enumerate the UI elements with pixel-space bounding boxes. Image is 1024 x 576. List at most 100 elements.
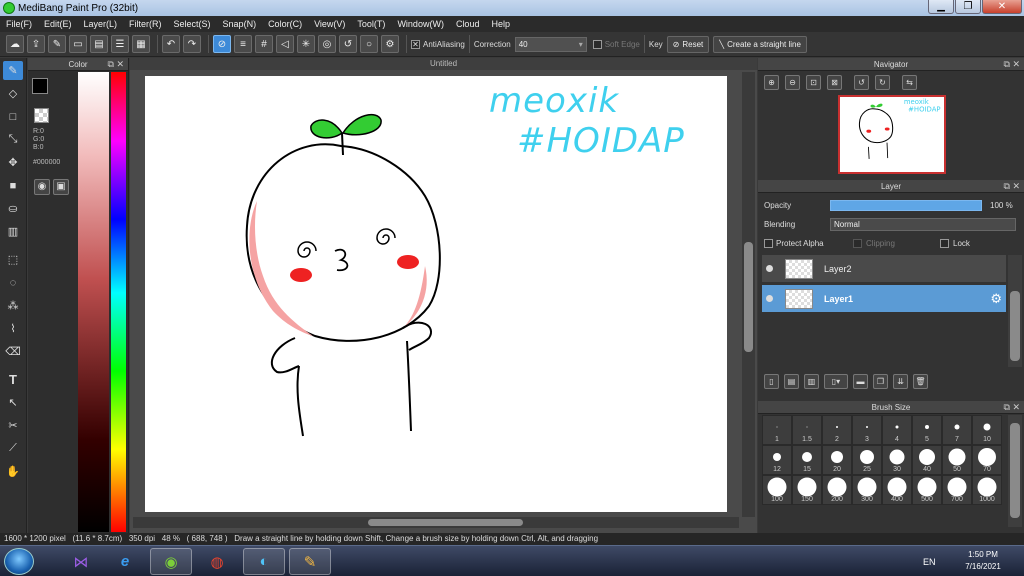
select-eraser-tool-icon[interactable]: ⌫ (3, 342, 23, 361)
new-folder-icon[interactable]: ▬ (853, 374, 868, 389)
redo-icon[interactable]: ↷ (183, 35, 201, 53)
brush-size-cell[interactable]: 5 (912, 415, 942, 445)
radial-snap-icon[interactable]: ✳ (297, 35, 315, 53)
comment-icon[interactable]: ✎ (48, 35, 66, 53)
screen-icon[interactable]: ▭ (69, 35, 87, 53)
scrollbar-thumb[interactable] (1010, 423, 1020, 518)
paint-taskbar-icon[interactable]: ✎ (289, 548, 331, 575)
brush-size-cell[interactable]: 1.5 (792, 415, 822, 445)
new-halftone-layer-icon[interactable]: ▤ (784, 374, 799, 389)
new-8bit-layer-icon[interactable]: ▥ (804, 374, 819, 389)
lasso-tool-icon[interactable]: ◌ (3, 273, 23, 292)
reset-button[interactable]: ⊘ Reset (666, 35, 710, 53)
rotate-right-icon[interactable]: ↻ (875, 74, 890, 90)
operation-tool-icon[interactable]: ↖ (3, 393, 23, 412)
list-icon[interactable]: ☰ (111, 35, 129, 53)
brush-size-cell[interactable]: 10 (972, 415, 1002, 445)
visual-studio-icon[interactable]: ⋈ (60, 548, 102, 575)
merge-down-icon[interactable]: ⇊ (893, 374, 908, 389)
maximize-button[interactable]: ❐ (955, 0, 981, 14)
add-layer-menu-icon[interactable]: ▯▾ (824, 374, 848, 389)
language-indicator[interactable]: EN (923, 557, 936, 567)
coccoc-browser-icon[interactable]: ◉ (150, 548, 192, 575)
line-tool-icon[interactable]: ⤡ (3, 130, 23, 149)
drawing-canvas[interactable]: meoxik #HOIDAP (145, 76, 727, 512)
start-button[interactable] (4, 548, 34, 575)
parallel-snap-icon[interactable]: ≡ (234, 35, 252, 53)
zoom-in-icon[interactable]: ⊕ (764, 74, 779, 90)
saturation-brightness-slider[interactable] (78, 72, 109, 532)
zoom-out-icon[interactable]: ⊖ (785, 74, 800, 90)
straight-line-button[interactable]: ╲ Create a straight line (713, 35, 807, 53)
canvas-tab-title[interactable]: Untitled (130, 58, 757, 70)
brush-size-cell[interactable]: 70 (972, 445, 1002, 475)
soft-edge-checkbox[interactable] (592, 39, 602, 49)
menu-tool[interactable]: Tool(T) (351, 19, 391, 29)
system-clock[interactable]: 1:50 PM 7/16/2021 (955, 549, 1011, 573)
panel-window-buttons[interactable]: ⧉ ✕ (1004, 401, 1020, 414)
color-wheel-icon[interactable]: ◉ (34, 179, 50, 195)
brush-size-cell[interactable]: 15 (792, 445, 822, 475)
brush-size-cell[interactable]: 50 (942, 445, 972, 475)
brush-size-cell[interactable]: 12 (762, 445, 792, 475)
medibang-taskbar-icon[interactable]: ◐ (243, 548, 285, 575)
eraser-tool-icon[interactable]: ◇ (3, 84, 23, 103)
circle-snap-icon[interactable]: ○ (360, 35, 378, 53)
correction-select[interactable]: 40 (514, 36, 587, 52)
lock-checkbox[interactable] (940, 239, 949, 248)
fill-shape-tool-icon[interactable]: ■ (3, 176, 23, 195)
minimize-button[interactable]: ▁ (928, 0, 954, 14)
grid-snap-icon[interactable]: # (255, 35, 273, 53)
close-button[interactable]: ✕ (982, 0, 1022, 14)
brush-size-cell[interactable]: 25 (852, 445, 882, 475)
brush-tool-icon[interactable]: ✎ (3, 61, 23, 80)
panel-window-buttons[interactable]: ⧉ ✕ (1004, 58, 1020, 71)
scrollbar-thumb[interactable] (368, 519, 523, 526)
menu-color[interactable]: Color(C) (262, 19, 308, 29)
canvas-horizontal-scrollbar[interactable] (133, 517, 739, 528)
duplicate-layer-icon[interactable]: ❐ (873, 374, 888, 389)
color-palette-icon[interactable]: ▣ (53, 179, 69, 195)
concentric-snap-icon[interactable]: ◎ (318, 35, 336, 53)
opacity-slider[interactable] (830, 200, 982, 211)
brush-size-cell[interactable]: 100 (762, 475, 792, 505)
menu-window[interactable]: Window(W) (391, 19, 450, 29)
brush-size-cell[interactable]: 1000 (972, 475, 1002, 505)
scrollbar-thumb[interactable] (744, 242, 753, 352)
eyedropper-tool-icon[interactable]: ⟋ (3, 439, 23, 458)
navigator-preview[interactable]: meoxik #HOIDAP (838, 95, 946, 174)
antialiasing-checkbox[interactable]: ✕ (411, 39, 420, 49)
foreground-color-swatch[interactable] (32, 78, 48, 94)
menu-help[interactable]: Help (485, 19, 516, 29)
bucket-tool-icon[interactable]: ⛀ (3, 199, 23, 218)
brush-size-cell[interactable]: 3 (852, 415, 882, 445)
snap-settings-icon[interactable]: ⚙ (381, 35, 399, 53)
new-layer-icon[interactable]: ▯ (764, 374, 779, 389)
menu-snap[interactable]: Snap(N) (217, 19, 263, 29)
undo-icon[interactable]: ↶ (162, 35, 180, 53)
vanish-snap-icon[interactable]: ◁ (276, 35, 294, 53)
text-tool-icon[interactable]: T (3, 370, 23, 389)
brush-size-cell[interactable]: 400 (882, 475, 912, 505)
layer-row-layer1[interactable]: Layer1 ⚙ (762, 285, 1006, 313)
snap-off-icon[interactable]: ⊘ (213, 35, 231, 53)
internet-explorer-icon[interactable]: e (104, 548, 146, 575)
layer-settings-icon[interactable]: ⚙ (990, 291, 1002, 307)
scrollbar-thumb[interactable] (1010, 291, 1020, 361)
hand-tool-icon[interactable]: ✋ (3, 462, 23, 481)
menu-cloud[interactable]: Cloud (450, 19, 486, 29)
brush-size-scrollbar[interactable] (1008, 415, 1022, 527)
move-tool-icon[interactable]: ✥ (3, 153, 23, 172)
grid-icon[interactable]: ▦ (132, 35, 150, 53)
magic-wand-tool-icon[interactable]: ⁂ (3, 296, 23, 315)
menu-file[interactable]: File(F) (0, 19, 38, 29)
gradient-tool-icon[interactable]: ▥ (3, 222, 23, 241)
rotate-left-icon[interactable]: ↺ (854, 74, 869, 90)
select-pen-tool-icon[interactable]: ⌇ (3, 319, 23, 338)
brush-size-cell[interactable]: 150 (792, 475, 822, 505)
brush-size-cell[interactable]: 4 (882, 415, 912, 445)
select-tool-icon[interactable]: ⬚ (3, 250, 23, 269)
panel-window-buttons[interactable]: ⧉ ✕ (1004, 180, 1020, 193)
transparent-color-swatch[interactable] (34, 108, 49, 123)
clipping-checkbox[interactable] (853, 239, 862, 248)
